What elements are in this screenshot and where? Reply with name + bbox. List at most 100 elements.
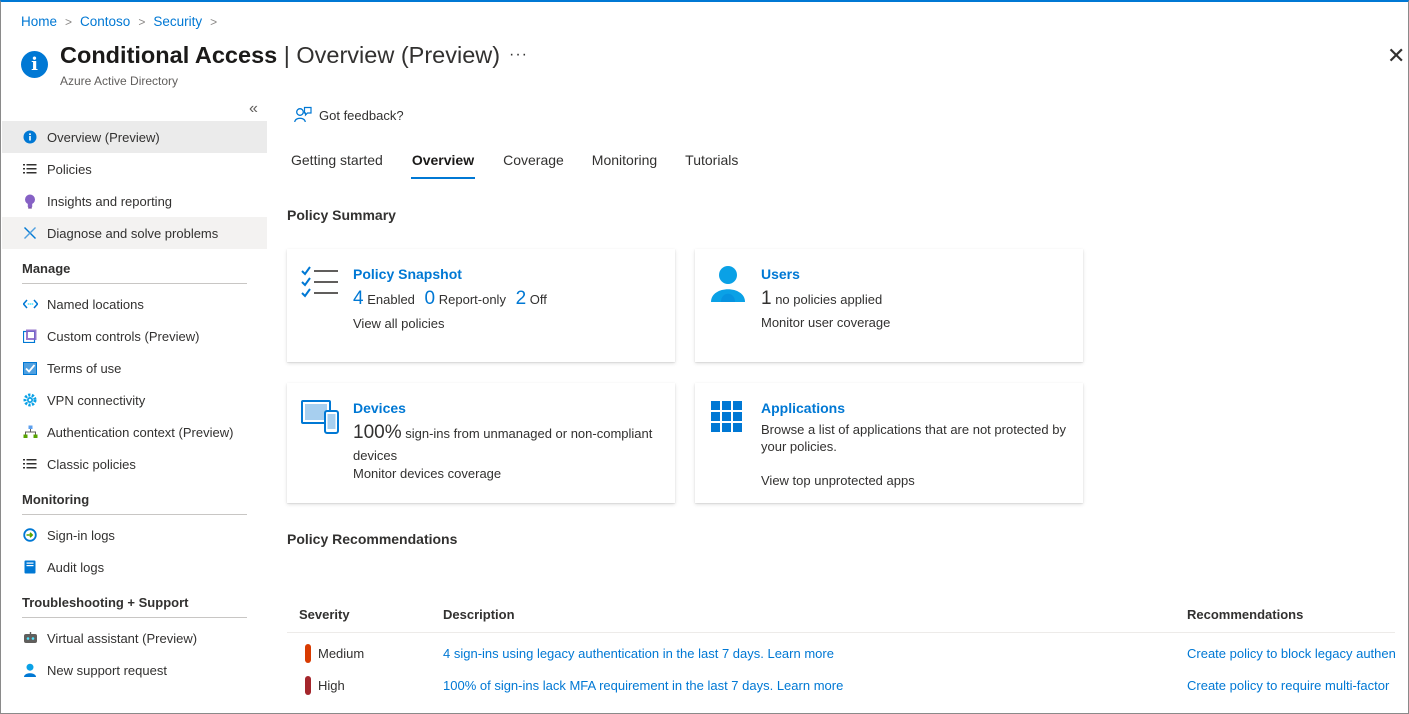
policy-summary-heading: Policy Summary bbox=[287, 207, 396, 223]
breadcrumb-contoso[interactable]: Contoso bbox=[80, 14, 130, 29]
description-link[interactable]: 100% of sign-ins lack MFA requirement in… bbox=[443, 678, 1187, 693]
sidebar-item-label: Custom controls (Preview) bbox=[47, 328, 200, 344]
table-row: High 100% of sign-ins lack MFA requireme… bbox=[287, 669, 1395, 701]
devices-percent: 100% bbox=[353, 422, 402, 443]
tab-tutorials[interactable]: Tutorials bbox=[685, 152, 738, 179]
sidebar-item-terms-of-use[interactable]: Terms of use bbox=[2, 352, 267, 384]
sidebar-item-named-locations[interactable]: Named locations bbox=[2, 288, 267, 320]
gear-icon bbox=[22, 392, 38, 408]
tab-coverage[interactable]: Coverage bbox=[503, 152, 564, 179]
sidebar-item-label: Terms of use bbox=[47, 360, 122, 376]
devices-card: Devices 100% sign-ins from unmanaged or … bbox=[287, 383, 675, 503]
info-icon bbox=[22, 129, 38, 145]
sidebar-item-signin-logs[interactable]: Sign-in logs bbox=[2, 519, 267, 551]
feedback-icon bbox=[294, 106, 312, 124]
tab-overview[interactable]: Overview bbox=[410, 152, 476, 179]
signin-icon bbox=[22, 527, 38, 543]
chevron-right-icon: > bbox=[210, 14, 218, 29]
policy-snapshot-title[interactable]: Policy Snapshot bbox=[353, 266, 462, 282]
enabled-count[interactable]: 4 bbox=[353, 288, 364, 309]
users-card: Users 1 no policies applied Monitor user… bbox=[695, 249, 1083, 362]
sidebar-item-label: Classic policies bbox=[47, 456, 136, 472]
view-all-policies-link[interactable]: View all policies bbox=[353, 315, 445, 333]
column-header-severity[interactable]: Severity bbox=[287, 607, 443, 622]
custom-control-icon bbox=[22, 328, 38, 344]
sidebar: Overview (Preview) Policies Insights and… bbox=[2, 121, 267, 686]
users-count: 1 bbox=[761, 288, 772, 309]
severity-cell: Medium bbox=[287, 643, 443, 663]
severity-cell: High bbox=[287, 675, 443, 695]
severity-label: High bbox=[318, 677, 345, 693]
sidebar-item-insights[interactable]: Insights and reporting bbox=[2, 185, 267, 217]
feedback-button[interactable]: Got feedback? bbox=[294, 106, 404, 124]
view-top-unprotected-apps-link[interactable]: View top unprotected apps bbox=[761, 472, 915, 490]
page-title-section: Overview (Preview) bbox=[296, 42, 501, 68]
devices-stats: 100% sign-ins from unmanaged or non-comp… bbox=[353, 422, 668, 443]
applications-title[interactable]: Applications bbox=[761, 400, 845, 416]
sidebar-item-audit-logs[interactable]: Audit logs bbox=[2, 551, 267, 583]
sidebar-item-label: Named locations bbox=[47, 296, 144, 312]
sidebar-item-label: New support request bbox=[47, 662, 167, 678]
enabled-label: Enabled bbox=[367, 292, 415, 307]
recommendations-table: Severity Description Recommendations Med… bbox=[287, 597, 1395, 701]
monitor-user-coverage-link[interactable]: Monitor user coverage bbox=[761, 314, 890, 332]
breadcrumb-home[interactable]: Home bbox=[21, 14, 57, 29]
devices-text: sign-ins from unmanaged or non-compliant bbox=[405, 426, 653, 441]
tab-bar: Getting started Overview Coverage Monito… bbox=[291, 152, 766, 179]
sidebar-item-virtual-assistant[interactable]: Virtual assistant (Preview) bbox=[2, 622, 267, 654]
sidebar-item-label: VPN connectivity bbox=[47, 392, 146, 408]
page-title: Conditional Access | Overview (Preview) bbox=[60, 42, 501, 68]
sidebar-item-support-request[interactable]: New support request bbox=[2, 654, 267, 686]
table-header: Severity Description Recommendations bbox=[287, 597, 1395, 633]
tab-getting-started[interactable]: Getting started bbox=[291, 152, 383, 179]
recommendation-link[interactable]: Create policy to block legacy authen bbox=[1187, 646, 1395, 661]
tab-monitoring[interactable]: Monitoring bbox=[592, 152, 657, 179]
code-icon bbox=[22, 296, 38, 312]
monitor-devices-coverage-link[interactable]: Monitor devices coverage bbox=[353, 465, 501, 483]
column-header-recommendations[interactable]: Recommendations bbox=[1187, 607, 1395, 622]
users-title[interactable]: Users bbox=[761, 266, 800, 282]
info-icon: i bbox=[21, 51, 48, 78]
checklist-icon bbox=[301, 265, 339, 303]
sidebar-item-label: Insights and reporting bbox=[47, 193, 173, 209]
policy-recommendations-heading: Policy Recommendations bbox=[287, 531, 458, 547]
users-stats: 1 no policies applied bbox=[761, 288, 883, 309]
devices-icon bbox=[301, 399, 339, 437]
lightbulb-icon bbox=[22, 193, 38, 209]
applications-card: Applications Browse a list of applicatio… bbox=[695, 383, 1083, 503]
report-only-count[interactable]: 0 bbox=[425, 288, 436, 309]
collapse-sidebar-button[interactable]: « bbox=[249, 100, 258, 118]
severity-high-indicator bbox=[305, 675, 311, 695]
sidebar-item-overview[interactable]: Overview (Preview) bbox=[2, 121, 267, 153]
more-options-icon[interactable]: ··· bbox=[509, 46, 528, 64]
page-title-main: Conditional Access bbox=[60, 42, 278, 68]
column-header-description[interactable]: Description bbox=[443, 607, 1187, 622]
list-icon bbox=[22, 161, 38, 177]
devices-title[interactable]: Devices bbox=[353, 400, 406, 416]
recommendation-link[interactable]: Create policy to require multi-factor bbox=[1187, 678, 1395, 693]
sidebar-item-label: Sign-in logs bbox=[47, 527, 115, 543]
feedback-label: Got feedback? bbox=[319, 107, 404, 123]
description-link[interactable]: 4 sign-ins using legacy authentication i… bbox=[443, 646, 1187, 661]
sidebar-item-classic-policies[interactable]: Classic policies bbox=[2, 448, 267, 480]
sidebar-item-diagnose[interactable]: Diagnose and solve problems bbox=[2, 217, 267, 249]
policy-snapshot-stats: 4 Enabled 0 Report-only 2 Off bbox=[353, 288, 553, 309]
apps-grid-icon bbox=[709, 399, 747, 437]
sidebar-item-custom-controls[interactable]: Custom controls (Preview) bbox=[2, 320, 267, 352]
sidebar-item-vpn[interactable]: VPN connectivity bbox=[2, 384, 267, 416]
close-button[interactable]: ✕ bbox=[1387, 45, 1405, 67]
off-count[interactable]: 2 bbox=[516, 288, 527, 309]
sidebar-item-policies[interactable]: Policies bbox=[2, 153, 267, 185]
sidebar-item-label: Policies bbox=[47, 161, 92, 177]
sidebar-item-label: Authentication context (Preview) bbox=[47, 424, 234, 440]
sidebar-item-label: Diagnose and solve problems bbox=[47, 225, 219, 241]
breadcrumb-security[interactable]: Security bbox=[153, 14, 202, 29]
severity-medium-indicator bbox=[305, 643, 311, 663]
users-text: no policies applied bbox=[775, 292, 883, 307]
page-subtitle: Azure Active Directory bbox=[60, 74, 179, 88]
table-row: Medium 4 sign-ins using legacy authentic… bbox=[287, 637, 1395, 669]
sidebar-item-auth-context[interactable]: Authentication context (Preview) bbox=[2, 416, 267, 448]
devices-text-cont: devices bbox=[353, 448, 398, 463]
sidebar-item-label: Overview (Preview) bbox=[47, 129, 160, 145]
applications-text: Browse a list of applications that are n… bbox=[761, 422, 1066, 437]
